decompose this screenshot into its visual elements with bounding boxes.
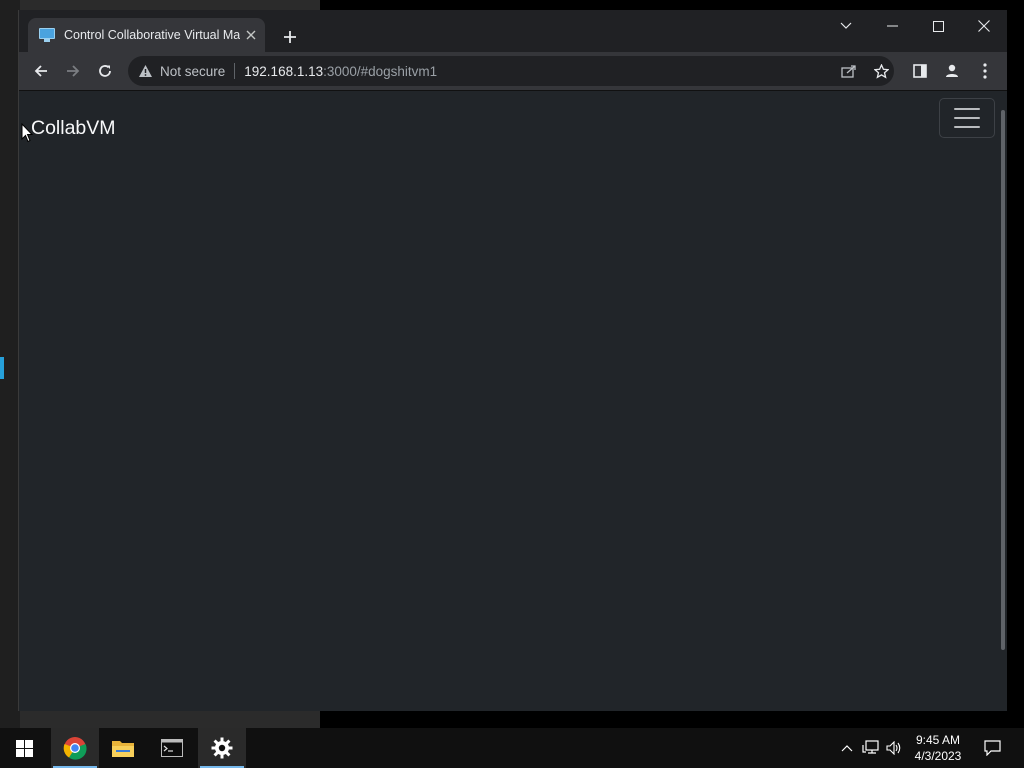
taskbar-clock[interactable]: 9:45 AM 4/3/2023 — [905, 732, 971, 764]
computer-monitor-icon — [39, 27, 55, 43]
plus-icon — [284, 31, 296, 43]
maximize-button[interactable] — [915, 10, 961, 42]
tab-title: Control Collaborative Virtual Machine — [64, 28, 240, 42]
action-center-button[interactable] — [978, 728, 1006, 768]
share-button[interactable] — [836, 60, 862, 82]
side-panel-icon — [913, 64, 927, 78]
forward-button[interactable] — [58, 56, 88, 86]
page-scrollbar[interactable] — [1001, 110, 1005, 650]
title-bar: Control Collaborative Virtual Machine — [19, 10, 1007, 52]
share-icon — [841, 65, 856, 78]
taskbar-chrome[interactable] — [51, 728, 99, 768]
hamburger-menu-icon — [954, 108, 980, 110]
close-icon — [246, 30, 256, 40]
page-divider — [19, 90, 1007, 91]
taskbar-terminal[interactable] — [148, 728, 196, 768]
chrome-icon — [63, 737, 87, 760]
minimize-icon — [886, 25, 898, 27]
volume-button[interactable] — [884, 728, 904, 768]
navbar-brand[interactable]: CollabVM — [31, 117, 116, 140]
url-path[interactable]: :3000/#dogshitvm1 — [323, 64, 437, 79]
notification-icon — [983, 740, 1001, 756]
browser-tab[interactable]: Control Collaborative Virtual Machine — [28, 18, 265, 52]
clock-date: 4/3/2023 — [914, 749, 962, 763]
reload-icon — [99, 65, 111, 77]
close-icon — [978, 20, 990, 32]
profile-icon — [946, 64, 958, 77]
back-button[interactable] — [26, 56, 56, 86]
background-window-accent — [0, 357, 4, 379]
back-arrow-icon — [34, 65, 47, 77]
bookmark-star-icon — [873, 63, 889, 79]
browser-menu-button[interactable] — [970, 56, 1000, 86]
windows-start-icon — [15, 739, 33, 757]
side-panel-button[interactable] — [905, 56, 935, 86]
hamburger-menu-icon — [954, 117, 980, 119]
chevron-up-icon — [841, 744, 853, 751]
show-hidden-icons-button[interactable] — [837, 728, 857, 768]
menu-kebab-icon — [983, 63, 987, 79]
page-content: CollabVM — [19, 90, 1007, 711]
url-host[interactable]: 192.168.1.13 — [244, 64, 323, 79]
reload-button[interactable] — [90, 56, 120, 86]
browser-window: Control Collaborative Virtual Machine — [18, 10, 1007, 711]
warning-triangle-icon[interactable] — [136, 62, 154, 80]
omnibox-separator — [234, 63, 236, 79]
close-window-button[interactable] — [961, 10, 1007, 42]
taskbar-settings[interactable] — [198, 728, 246, 768]
forward-arrow-icon — [67, 65, 80, 77]
maximize-icon — [932, 20, 944, 32]
network-button[interactable] — [860, 728, 882, 768]
settings-gear-icon — [211, 737, 233, 759]
network-icon — [862, 740, 879, 754]
new-tab-button[interactable] — [276, 23, 304, 51]
bookmark-button[interactable] — [868, 60, 894, 82]
hamburger-menu-icon — [954, 126, 980, 128]
mouse-cursor-icon — [21, 123, 33, 143]
file-explorer-icon — [112, 741, 134, 757]
tab-close-button[interactable] — [240, 24, 262, 46]
terminal-icon — [161, 739, 183, 757]
volume-icon — [886, 741, 901, 755]
taskbar: 9:45 AM 4/3/2023 — [0, 728, 1024, 768]
minimize-button[interactable] — [869, 10, 915, 42]
address-bar[interactable]: Not secure 192.168.1.13:3000/#dogshitvm1 — [128, 56, 894, 86]
tab-search-button[interactable] — [823, 10, 869, 42]
clock-time: 9:45 AM — [915, 733, 961, 747]
chevron-down-icon — [840, 22, 852, 29]
security-label[interactable]: Not secure — [160, 64, 225, 79]
browser-toolbar: Not secure 192.168.1.13:3000/#dogshitvm1 — [19, 52, 1007, 90]
profile-button[interactable] — [937, 56, 967, 86]
taskbar-file-explorer[interactable] — [99, 728, 147, 768]
start-button[interactable] — [0, 728, 48, 768]
navbar-toggler-button[interactable] — [939, 98, 995, 138]
